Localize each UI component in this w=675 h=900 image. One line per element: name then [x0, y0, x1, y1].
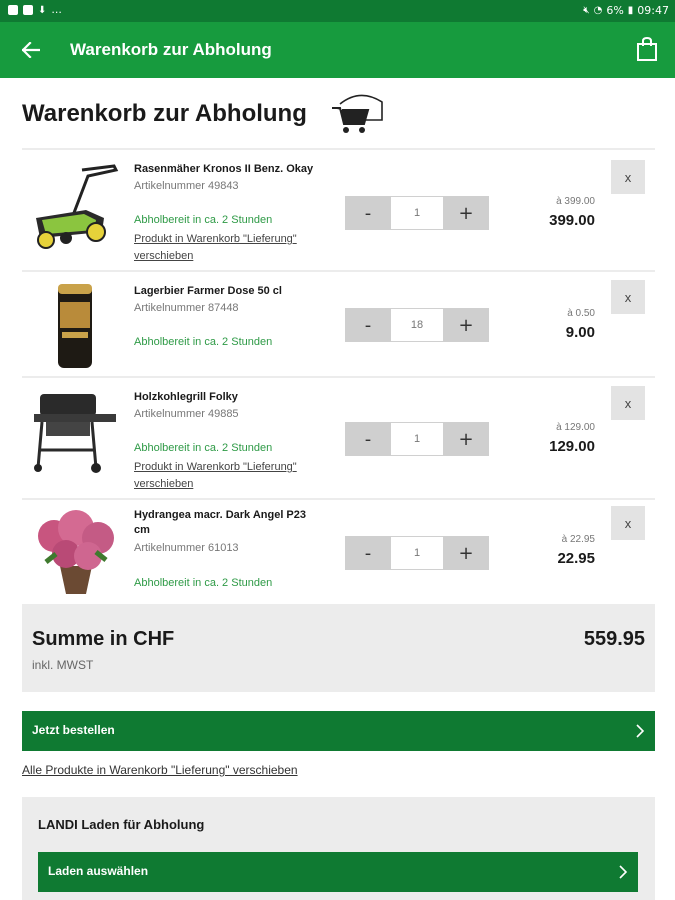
cart-pickup-icon: [332, 94, 383, 133]
cart-item: Holzkohlegrill Folky Artikelnummer 49885…: [22, 376, 655, 498]
cart-item: Hydrangea macr. Dark Angel P23 cm Artike…: [22, 498, 655, 602]
increase-quantity-button[interactable]: +: [443, 536, 489, 570]
clock: 09:47: [637, 4, 669, 17]
cart-item: Lagerbier Farmer Dose 50 cl Artikelnumme…: [22, 270, 655, 376]
line-total: 129.00: [549, 438, 595, 455]
battery-icon: ▮: [627, 5, 634, 16]
lawnmower-image: [36, 164, 119, 249]
increase-quantity-button[interactable]: +: [443, 422, 489, 456]
summary-total: 559.95: [583, 628, 645, 650]
select-store-label: Laden auswählen: [48, 864, 149, 878]
move-all-to-delivery-link[interactable]: Alle Produkte in Warenkorb "Lieferung" v…: [22, 763, 298, 777]
item-article-number: Artikelnummer 49885: [134, 408, 239, 420]
item-availability: Abholbereit in ca. 2 Stunden: [134, 442, 273, 454]
app-bar: Warenkorb zur Abholung: [0, 22, 675, 78]
decrease-quantity-button[interactable]: -: [345, 422, 391, 456]
battery-percent: 6%: [606, 4, 624, 17]
status-notifications: ⬇ ...: [8, 4, 62, 16]
move-to-delivery-link[interactable]: Produkt in Warenkorb "Lieferung" verschi…: [134, 459, 334, 493]
image-notification-icon: [8, 5, 18, 15]
line-total: 399.00: [549, 212, 595, 229]
item-availability: Abholbereit in ca. 2 Stunden: [134, 336, 273, 348]
item-article-number: Artikelnummer 61013: [134, 542, 239, 554]
status-more: ...: [51, 3, 62, 16]
remove-item-button[interactable]: x: [611, 386, 645, 420]
decrease-quantity-button[interactable]: -: [345, 536, 391, 570]
select-store-button[interactable]: Laden auswählen: [38, 852, 638, 892]
download-notification-icon: ⬇: [38, 4, 47, 16]
status-system: 🔇︎ ◔ 6% ▮ 09:47: [583, 4, 669, 18]
unit-price: à 0.50: [567, 308, 595, 319]
item-article-number: Artikelnummer 49843: [134, 180, 239, 192]
mute-icon: 🔇︎: [583, 5, 590, 16]
quantity-stepper: - 1 +: [345, 536, 489, 570]
beer-can-image: [58, 284, 92, 368]
item-availability: Abholbereit in ca. 2 Stunden: [134, 214, 273, 226]
cart-button[interactable]: [635, 36, 659, 62]
quantity-field[interactable]: 18: [391, 308, 443, 342]
quantity-field[interactable]: 1: [391, 422, 443, 456]
vat-note: inkl. MWST: [32, 658, 94, 672]
quantity-stepper: - 1 +: [345, 422, 489, 456]
item-name: Lagerbier Farmer Dose 50 cl: [134, 285, 282, 297]
decrease-quantity-button[interactable]: -: [345, 308, 391, 342]
app-bar-title: Warenkorb zur Abholung: [70, 40, 272, 59]
pickup-store-section: LANDI Laden für Abholung Laden auswählen: [22, 797, 655, 900]
cart-item: Rasenmäher Kronos II Benz. Okay Artikeln…: [22, 148, 655, 270]
line-total: 22.95: [557, 550, 595, 567]
item-name: Holzkohlegrill Folky: [134, 391, 238, 403]
quantity-stepper: - 1 +: [345, 196, 489, 230]
unit-price: à 129.00: [556, 422, 595, 433]
shopping-bag-icon: [637, 36, 657, 61]
order-now-button[interactable]: Jetzt bestellen: [22, 711, 655, 751]
back-button[interactable]: [18, 38, 44, 62]
item-name: Rasenmäher Kronos II Benz. Okay: [134, 163, 314, 175]
quantity-field[interactable]: 1: [391, 196, 443, 230]
increase-quantity-button[interactable]: +: [443, 308, 489, 342]
chevron-right-icon: [636, 724, 645, 738]
wifi-icon: ◔: [593, 5, 603, 16]
order-now-label: Jetzt bestellen: [32, 723, 115, 737]
chevron-right-icon: [619, 865, 628, 879]
charcoal-grill-image: [34, 394, 116, 473]
remove-item-button[interactable]: x: [611, 280, 645, 314]
summary-label: Summe in CHF: [32, 628, 175, 650]
cart-summary: Summe in CHF inkl. MWST 559.95: [22, 604, 655, 692]
quantity-field[interactable]: 1: [391, 536, 443, 570]
increase-quantity-button[interactable]: +: [443, 196, 489, 230]
cart-items-list: Rasenmäher Kronos II Benz. Okay Artikeln…: [22, 148, 655, 602]
arrow-left-icon: [22, 42, 40, 58]
remove-item-button[interactable]: x: [611, 160, 645, 194]
quantity-stepper: - 18 +: [345, 308, 489, 342]
item-availability: Abholbereit in ca. 2 Stunden: [134, 577, 273, 589]
line-total: 9.00: [565, 324, 595, 341]
move-to-delivery-link[interactable]: Produkt in Warenkorb "Lieferung" verschi…: [134, 231, 334, 265]
remove-item-button[interactable]: x: [611, 506, 645, 540]
store-section-title: LANDI Laden für Abholung: [38, 817, 205, 832]
page-title: Warenkorb zur Abholung: [22, 100, 307, 127]
status-bar: ⬇ ... 🔇︎ ◔ 6% ▮ 09:47: [0, 0, 675, 22]
unit-price: à 399.00: [556, 196, 595, 207]
item-name: Hydrangea macr. Dark Angel P23 cm: [134, 509, 307, 536]
unit-price: à 22.95: [561, 534, 595, 545]
item-article-number: Artikelnummer 87448: [134, 302, 239, 314]
bag-notification-icon: [23, 5, 33, 15]
decrease-quantity-button[interactable]: -: [345, 196, 391, 230]
hydrangea-image: [38, 510, 114, 594]
